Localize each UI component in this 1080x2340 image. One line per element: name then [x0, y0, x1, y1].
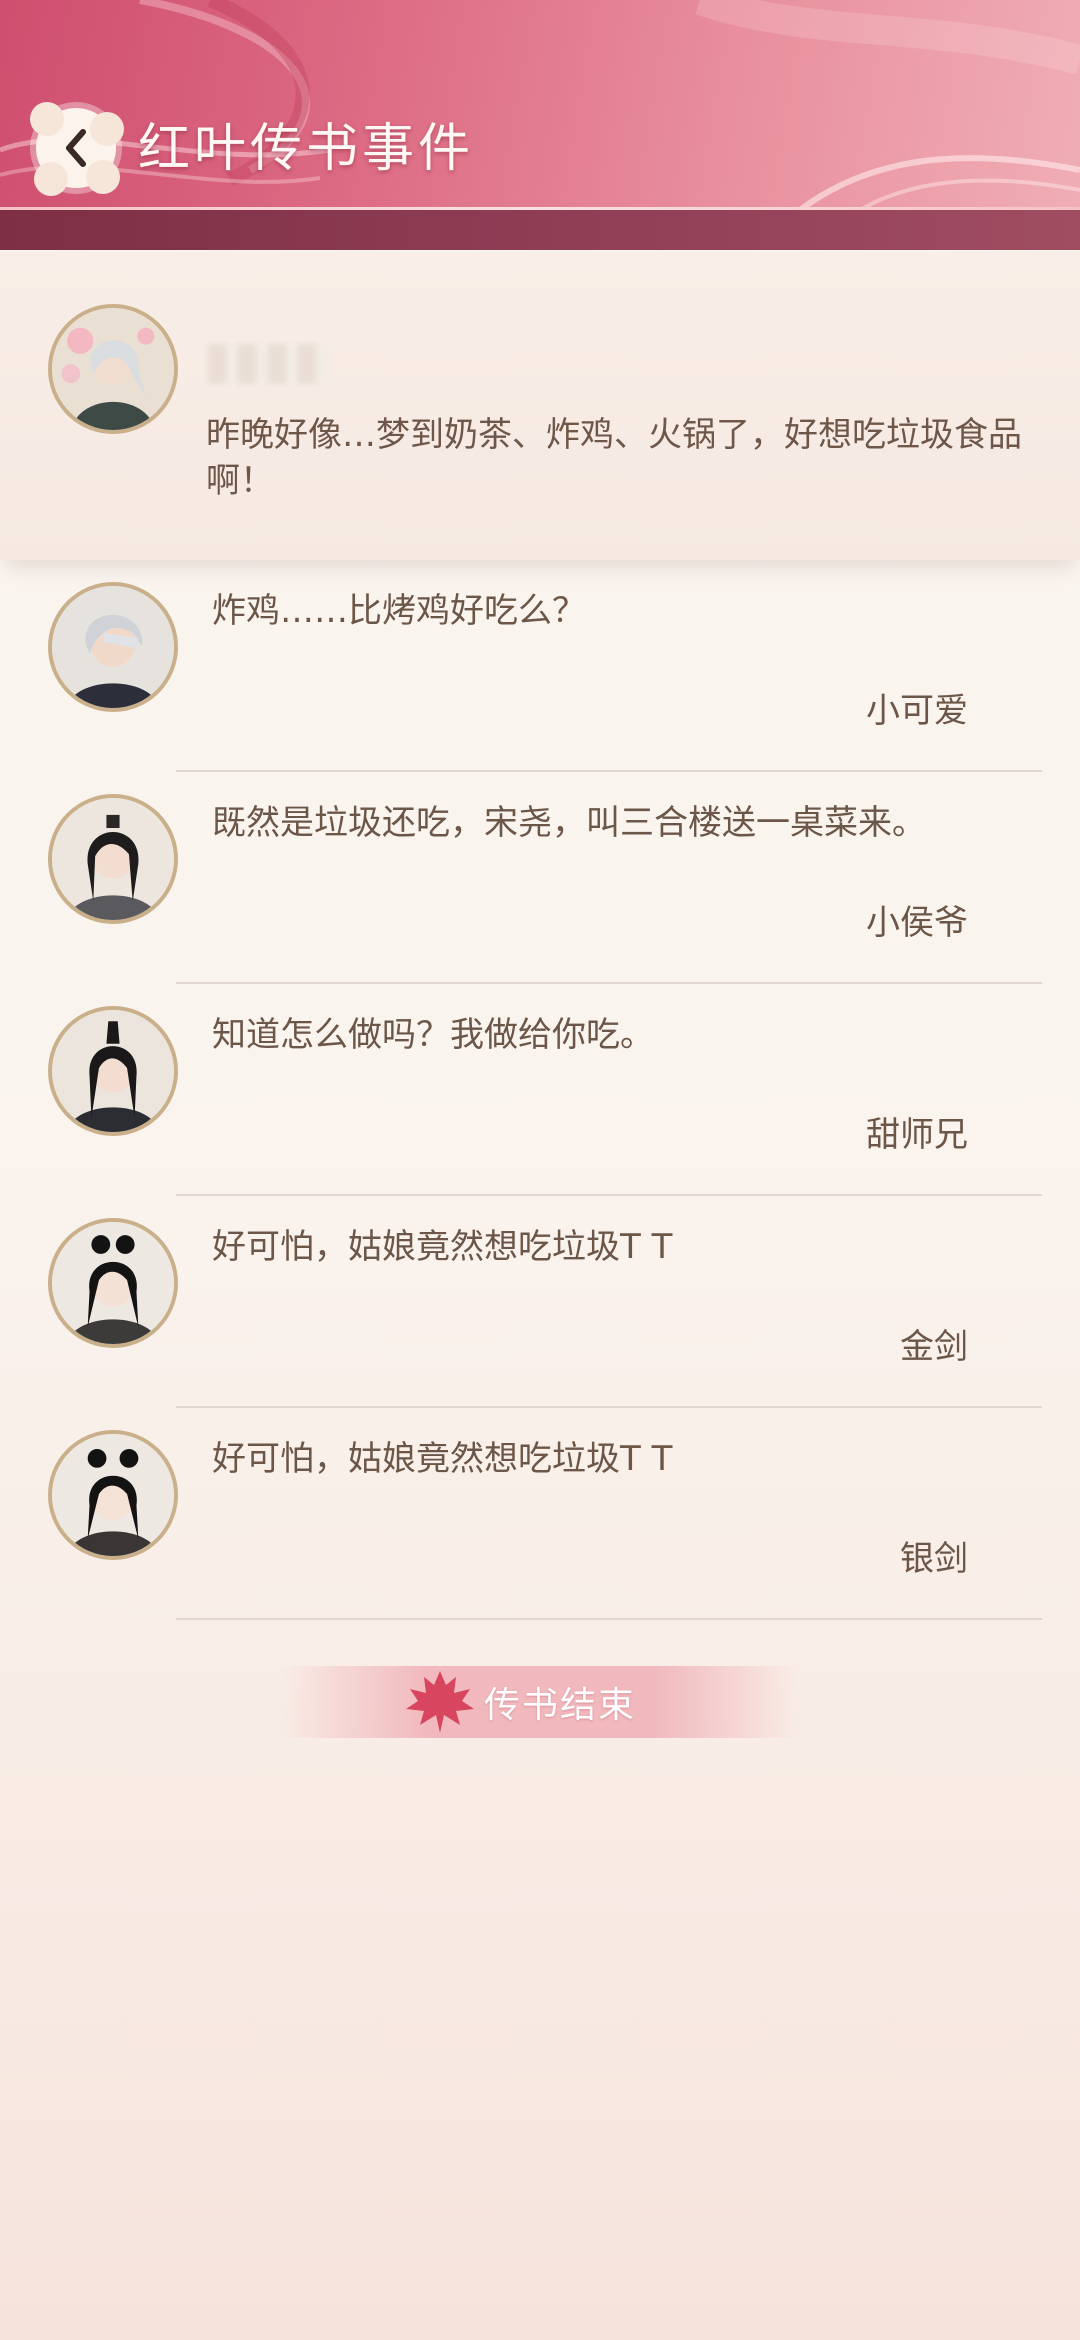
character-portrait — [52, 1434, 174, 1556]
reply-author: 甜师兄 — [866, 1115, 968, 1155]
flower-petal — [30, 102, 64, 136]
avatar[interactable] — [48, 794, 178, 924]
avatar[interactable] — [48, 1430, 178, 1560]
reply-author: 小可爱 — [866, 691, 968, 731]
character-portrait — [52, 1010, 174, 1132]
original-post: 昨晚好像…梦到奶茶、炸鸡、火锅了，好想吃垃圾食品啊！ — [0, 252, 1080, 560]
character-portrait — [52, 798, 174, 920]
maple-leaf-icon — [405, 1671, 474, 1733]
header-bar: 红叶传书事件 — [0, 0, 1080, 250]
page-title: 红叶传书事件 — [138, 119, 475, 179]
reply-item: 好可怕，姑娘竟然想吃垃圾T T 银剑 — [0, 1408, 1080, 1620]
reply-author: 小侯爷 — [866, 903, 968, 943]
back-button[interactable] — [30, 102, 124, 196]
header-band — [0, 210, 1080, 250]
reply-text: 好可怕，姑娘竟然想吃垃圾T T — [212, 1227, 673, 1267]
character-portrait — [52, 586, 174, 708]
end-text: 传书结束 — [483, 1685, 636, 1726]
reply-text: 好可怕，姑娘竟然想吃垃圾T T — [212, 1439, 673, 1479]
avatar[interactable] — [48, 582, 178, 712]
chevron-left-icon — [66, 129, 86, 167]
reply-text: 知道怎么做吗？我做给你吃。 — [212, 1015, 654, 1055]
divider — [176, 1618, 1042, 1620]
avatar[interactable] — [48, 304, 178, 434]
flower-petal — [86, 160, 120, 194]
reply-text: 炸鸡……比烤鸡好吃么？ — [212, 591, 586, 631]
reply-author: 银剑 — [900, 1539, 968, 1579]
avatar[interactable] — [48, 1006, 178, 1136]
flower-petal — [90, 112, 124, 146]
end-of-letters-banner: 传书结束 — [280, 1666, 800, 1738]
avatar[interactable] — [48, 1218, 178, 1348]
reply-text: 既然是垃圾还吃，宋尧，叫三合楼送一桌菜来。 — [212, 803, 926, 843]
author-name-redacted — [208, 344, 328, 384]
post-text: 昨晚好像…梦到奶茶、炸鸡、火锅了，好想吃垃圾食品啊！ — [206, 415, 1022, 501]
character-portrait — [52, 308, 174, 430]
reply-author: 金剑 — [900, 1327, 968, 1367]
reply-item: 知道怎么做吗？我做给你吃。 甜师兄 — [0, 984, 1080, 1196]
reply-item: 既然是垃圾还吃，宋尧，叫三合楼送一桌菜来。 小侯爷 — [0, 772, 1080, 984]
reply-item: 炸鸡……比烤鸡好吃么？ 小可爱 — [0, 560, 1080, 772]
reply-item: 好可怕，姑娘竟然想吃垃圾T T 金剑 — [0, 1196, 1080, 1408]
character-portrait — [52, 1222, 174, 1344]
